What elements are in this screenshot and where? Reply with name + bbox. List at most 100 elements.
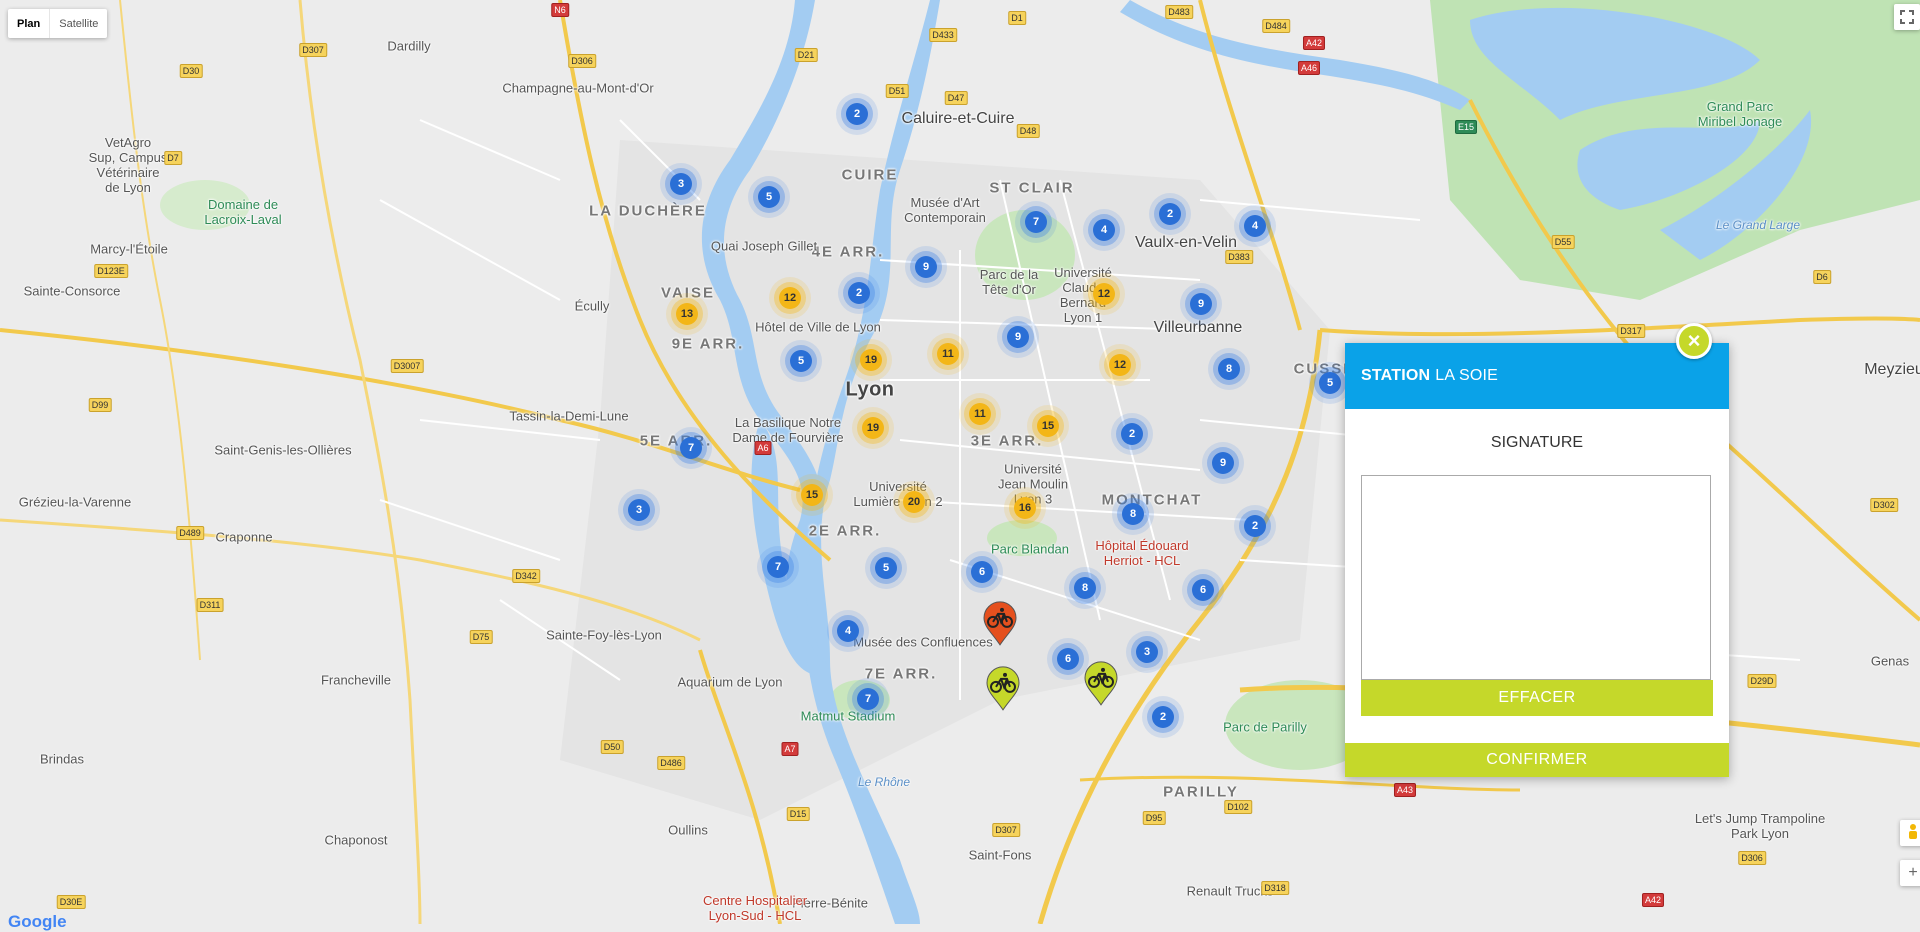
station-cluster-marker[interactable]: 16 (1014, 497, 1036, 519)
station-cluster-marker[interactable]: 5 (758, 186, 780, 208)
road-shield: D30E (56, 895, 86, 909)
place-label: Grand Parc Miribel Jonage (1697, 99, 1783, 129)
station-cluster-marker[interactable]: 7 (680, 437, 702, 459)
place-label: MONTCHAT (1101, 491, 1203, 509)
station-cluster-marker[interactable]: 6 (1192, 579, 1214, 601)
clear-signature-button[interactable]: EFFACER (1361, 680, 1713, 716)
place-label: Grézieu-la-Varenne (18, 494, 132, 510)
station-cluster-marker[interactable]: 15 (1037, 415, 1059, 437)
place-label: Parc de Parilly (1223, 719, 1307, 735)
place-label: Quai Joseph Gillet (710, 238, 818, 254)
map-type-plan-button[interactable]: Plan (8, 9, 51, 38)
road-shield: D317 (1617, 324, 1645, 338)
road-shield: A42 (1641, 893, 1665, 907)
road-shield: D29D (1747, 674, 1777, 688)
road-shield: D47 (944, 91, 968, 105)
road-shield: D489 (176, 526, 204, 540)
road-shield: D1 (1008, 11, 1026, 25)
road-shield: A42 (1302, 36, 1326, 50)
station-cluster-marker[interactable]: 15 (801, 484, 823, 506)
station-cluster-marker[interactable]: 4 (837, 620, 859, 642)
road-shield: D311 (196, 598, 224, 612)
station-cluster-marker[interactable]: 9 (1190, 293, 1212, 315)
station-cluster-marker[interactable]: 11 (937, 343, 959, 365)
place-label: Chaponost (324, 832, 388, 848)
station-cluster-marker[interactable]: 7 (1025, 211, 1047, 233)
station-cluster-marker[interactable]: 2 (1152, 706, 1174, 728)
place-label: Saint-Fons (968, 847, 1032, 863)
station-cluster-marker[interactable]: 5 (1319, 372, 1341, 394)
place-label: Champagne-au-Mont-d'Or (502, 80, 654, 96)
station-cluster-marker[interactable]: 3 (670, 173, 692, 195)
road-shield: D48 (1016, 124, 1040, 138)
road-shield: D6 (1813, 270, 1831, 284)
street-view-pegman[interactable] (1900, 820, 1920, 846)
station-cluster-marker[interactable]: 9 (915, 256, 937, 278)
confirm-button[interactable]: CONFIRMER (1345, 743, 1729, 777)
station-cluster-marker[interactable]: 3 (628, 499, 650, 521)
station-cluster-marker[interactable]: 8 (1122, 503, 1144, 525)
close-icon: × (1687, 328, 1701, 353)
station-cluster-marker[interactable]: 7 (767, 556, 789, 578)
road-shield: D307 (992, 823, 1020, 837)
place-label: Lyon (845, 378, 895, 401)
pegman-icon (1909, 824, 1917, 839)
google-logo: Google (8, 912, 67, 931)
close-button[interactable]: × (1676, 323, 1712, 359)
station-cluster-marker[interactable]: 5 (875, 557, 897, 579)
station-cluster-marker[interactable]: 2 (1159, 203, 1181, 225)
station-cluster-marker[interactable]: 6 (1057, 648, 1079, 670)
road-shield: D383 (1225, 250, 1253, 264)
station-cluster-marker[interactable]: 19 (860, 349, 882, 371)
station-cluster-marker[interactable]: 20 (903, 491, 925, 513)
road-shield: D484 (1262, 19, 1290, 33)
station-cluster-marker[interactable]: 6 (971, 561, 993, 583)
station-cluster-marker[interactable]: 5 (790, 350, 812, 372)
station-cluster-marker[interactable]: 4 (1093, 219, 1115, 241)
plus-icon: + (1908, 864, 1918, 881)
station-cluster-marker[interactable]: 19 (862, 417, 884, 439)
station-cluster-marker[interactable]: 2 (1244, 515, 1266, 537)
road-shield: D7 (164, 151, 182, 165)
station-cluster-marker[interactable]: 12 (1093, 283, 1115, 305)
station-cluster-marker[interactable]: 8 (1074, 577, 1096, 599)
station-cluster-marker[interactable]: 2 (848, 282, 870, 304)
bike-station-pin[interactable] (985, 666, 1021, 712)
station-cluster-marker[interactable]: 12 (779, 287, 801, 309)
place-label: Matmut Stadium (800, 708, 896, 724)
station-cluster-marker[interactable]: 9 (1212, 452, 1234, 474)
place-label: Saint-Genis-les-Ollières (214, 442, 352, 458)
place-label: LA DUCHÈRE (589, 202, 707, 220)
station-cluster-marker[interactable]: 7 (857, 688, 879, 710)
road-shield: D306 (1738, 851, 1766, 865)
map-type-control: Plan Satellite (8, 9, 108, 38)
place-label: Centre Hospitalier Lyon-Sud - HCL (702, 893, 808, 923)
place-label: ST CLAIR (989, 179, 1075, 197)
station-cluster-marker[interactable]: 13 (676, 303, 698, 325)
station-cluster-marker[interactable]: 3 (1136, 641, 1158, 663)
place-label: PARILLY (1163, 783, 1239, 801)
road-shield: D342 (512, 569, 540, 583)
place-label: Université Lumière Lyon 2 (853, 479, 943, 509)
bike-station-pin[interactable] (1083, 661, 1119, 707)
station-cluster-marker[interactable]: 8 (1218, 358, 1240, 380)
place-label: Parc de la Tête d'Or (979, 267, 1039, 297)
station-cluster-marker[interactable]: 9 (1007, 326, 1029, 348)
place-label: Le Rhône (857, 775, 911, 789)
place-label: Sainte-Foy-lès-Lyon (546, 627, 662, 643)
station-cluster-marker[interactable]: 2 (1121, 423, 1143, 445)
place-label: Hôpital Édouard Herriot - HCL (1095, 538, 1189, 568)
road-shield: D51 (885, 84, 909, 98)
zoom-in-button[interactable]: + (1900, 860, 1920, 886)
road-shield: D102 (1224, 800, 1252, 814)
station-cluster-marker[interactable]: 12 (1109, 354, 1131, 376)
station-cluster-marker[interactable]: 2 (846, 103, 868, 125)
map-type-satellite-button[interactable]: Satellite (50, 9, 107, 38)
station-cluster-marker[interactable]: 11 (969, 403, 991, 425)
road-shield: A7 (781, 742, 799, 756)
fullscreen-button[interactable] (1894, 4, 1920, 30)
place-label: Le Grand Large (1715, 218, 1801, 232)
bike-station-pin[interactable] (982, 601, 1018, 647)
signature-canvas[interactable] (1361, 475, 1711, 680)
station-cluster-marker[interactable]: 4 (1244, 215, 1266, 237)
